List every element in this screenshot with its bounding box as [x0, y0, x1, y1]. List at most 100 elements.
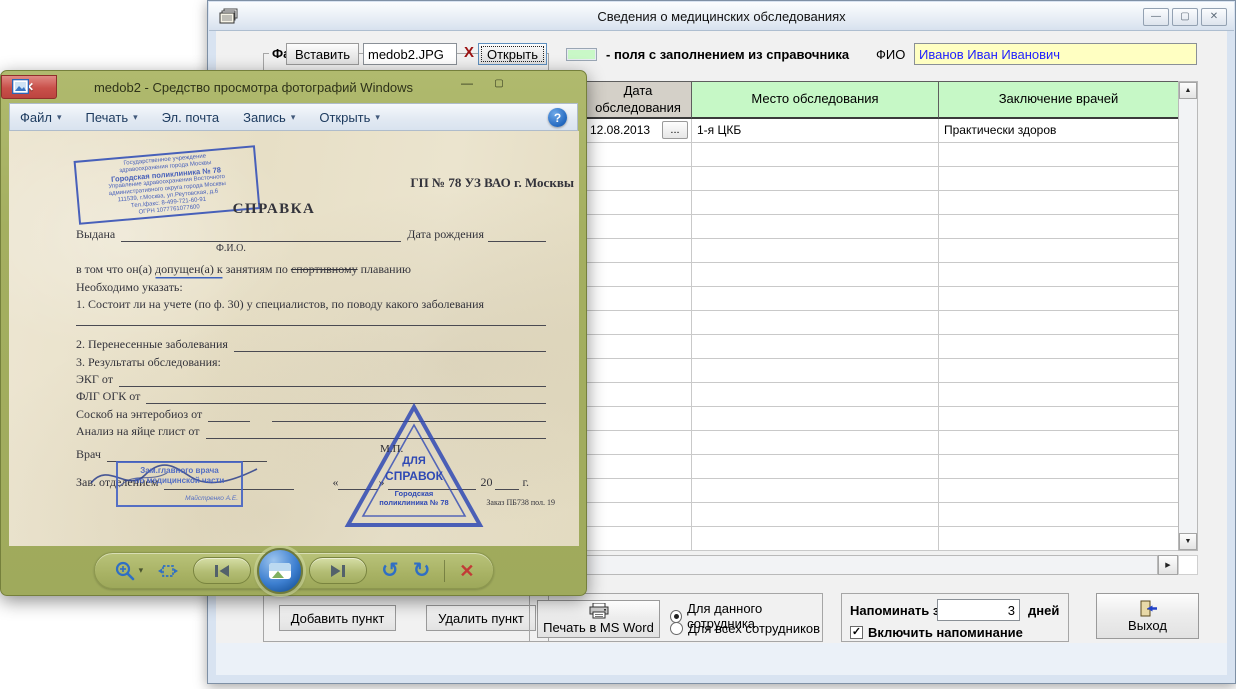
enable-reminder-checkbox[interactable]: ✓ Включить напоминание: [850, 625, 1023, 640]
table-row[interactable]: [585, 167, 1178, 191]
cell-place[interactable]: [692, 215, 939, 239]
radio-circle[interactable]: [670, 622, 683, 635]
viewer-titlebar[interactable]: medob2 - Средство просмотра фотографий W…: [1, 71, 586, 103]
cell-date[interactable]: [585, 527, 692, 551]
cell-conclusion[interactable]: [939, 383, 1179, 407]
cell-conclusion[interactable]: [939, 287, 1179, 311]
cell-place[interactable]: [692, 191, 939, 215]
vertical-scrollbar[interactable]: ▲ ▼: [1178, 81, 1198, 551]
scroll-down-icon[interactable]: ▼: [1179, 533, 1197, 550]
column-header-place[interactable]: Место обследования: [691, 81, 939, 119]
zoom-button[interactable]: ▾: [114, 560, 144, 582]
cell-date[interactable]: [585, 503, 692, 527]
actual-size-button[interactable]: [157, 560, 179, 582]
menu-file[interactable]: Файл ▾: [20, 110, 62, 125]
help-icon[interactable]: ?: [548, 108, 567, 127]
fio-input[interactable]: [914, 43, 1197, 65]
rotate-ccw-button[interactable]: ↺: [381, 560, 399, 581]
table-row[interactable]: [585, 143, 1178, 167]
cell-date[interactable]: 12.08.2013...: [585, 119, 692, 143]
viewer-maximize-button[interactable]: ▢: [484, 71, 514, 95]
delete-file-x-icon[interactable]: X: [461, 44, 477, 64]
table-row[interactable]: [585, 311, 1178, 335]
print-word-button[interactable]: Печать в MS Word: [537, 600, 660, 638]
table-row[interactable]: [585, 215, 1178, 239]
cell-date[interactable]: [585, 335, 692, 359]
column-header-conclusion[interactable]: Заключение врачей: [938, 81, 1179, 119]
cell-date[interactable]: [585, 167, 692, 191]
cell-date[interactable]: [585, 239, 692, 263]
radio-all-employees[interactable]: Для всех сотрудников: [670, 621, 820, 636]
table-row[interactable]: [585, 503, 1178, 527]
cell-conclusion[interactable]: [939, 239, 1179, 263]
cell-place[interactable]: [692, 143, 939, 167]
table-row[interactable]: [585, 479, 1178, 503]
cell-date[interactable]: [585, 359, 692, 383]
cell-place[interactable]: [692, 167, 939, 191]
table-row[interactable]: [585, 383, 1178, 407]
menu-print[interactable]: Печать ▾: [86, 110, 138, 125]
maximize-button[interactable]: ▢: [1172, 8, 1198, 26]
cell-place[interactable]: [692, 527, 939, 551]
cell-conclusion[interactable]: [939, 527, 1179, 551]
scroll-up-icon[interactable]: ▲: [1179, 82, 1197, 99]
table-row[interactable]: [585, 455, 1178, 479]
cell-place[interactable]: [692, 383, 939, 407]
cell-date[interactable]: [585, 311, 692, 335]
cell-place[interactable]: [692, 335, 939, 359]
table-row[interactable]: [585, 287, 1178, 311]
table-row[interactable]: [585, 527, 1178, 551]
cell-place[interactable]: [692, 503, 939, 527]
cell-date[interactable]: [585, 455, 692, 479]
cell-place[interactable]: [692, 287, 939, 311]
close-button[interactable]: ✕: [1201, 8, 1227, 26]
exit-button[interactable]: Выход: [1096, 593, 1199, 639]
filename-input[interactable]: [363, 43, 457, 65]
horizontal-scrollbar[interactable]: ▶: [584, 555, 1198, 575]
previous-button[interactable]: [193, 557, 251, 584]
menu-burn[interactable]: Запись ▾: [243, 110, 295, 125]
slideshow-button[interactable]: [257, 548, 303, 594]
cell-conclusion[interactable]: [939, 503, 1179, 527]
menu-email[interactable]: Эл. почта: [162, 110, 220, 125]
rotate-cw-button[interactable]: ↻: [413, 560, 431, 581]
cell-place[interactable]: [692, 311, 939, 335]
cell-conclusion[interactable]: [939, 191, 1179, 215]
minimize-button[interactable]: —: [1143, 8, 1169, 26]
table-row[interactable]: 12.08.2013...1-я ЦКБПрактически здоров: [585, 119, 1178, 143]
cell-date[interactable]: [585, 191, 692, 215]
table-row[interactable]: [585, 191, 1178, 215]
table-row[interactable]: [585, 239, 1178, 263]
add-item-button[interactable]: Добавить пункт: [279, 605, 396, 631]
cell-place[interactable]: [692, 407, 939, 431]
days-input[interactable]: [937, 599, 1020, 621]
cell-place[interactable]: [692, 359, 939, 383]
cell-conclusion[interactable]: [939, 215, 1179, 239]
hscroll-track[interactable]: [584, 555, 1158, 575]
table-row[interactable]: [585, 263, 1178, 287]
cell-date[interactable]: [585, 263, 692, 287]
cell-date[interactable]: [585, 287, 692, 311]
cell-place[interactable]: [692, 263, 939, 287]
cell-conclusion[interactable]: [939, 311, 1179, 335]
delete-button[interactable]: ✕: [459, 562, 474, 580]
next-button[interactable]: [309, 557, 367, 584]
open-button[interactable]: Открыть: [478, 43, 547, 65]
cell-date[interactable]: [585, 215, 692, 239]
cell-place[interactable]: [692, 455, 939, 479]
cell-place[interactable]: [692, 479, 939, 503]
table-row[interactable]: [585, 359, 1178, 383]
cell-place[interactable]: [692, 239, 939, 263]
cell-conclusion[interactable]: [939, 143, 1179, 167]
table-row[interactable]: [585, 335, 1178, 359]
cell-conclusion[interactable]: Практически здоров: [939, 119, 1179, 143]
date-picker-button[interactable]: ...: [662, 121, 688, 139]
cell-conclusion[interactable]: [939, 359, 1179, 383]
table-row[interactable]: [585, 407, 1178, 431]
cell-date[interactable]: [585, 383, 692, 407]
cell-place[interactable]: [692, 431, 939, 455]
main-titlebar[interactable]: Сведения о медицинских обследованиях — ▢…: [209, 2, 1234, 31]
menu-open[interactable]: Открыть ▾: [319, 110, 380, 125]
remove-item-button[interactable]: Удалить пункт: [426, 605, 536, 631]
cell-place[interactable]: 1-я ЦКБ: [692, 119, 939, 143]
